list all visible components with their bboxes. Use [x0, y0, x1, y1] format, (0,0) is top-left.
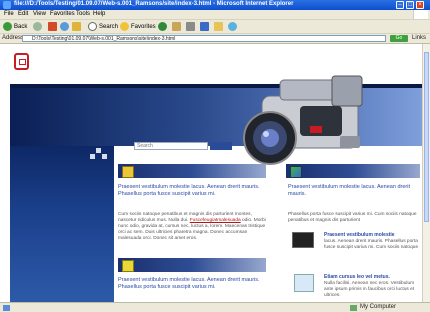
- site-search-input[interactable]: [134, 142, 208, 150]
- folder-button[interactable]: [214, 22, 225, 31]
- ie-icon: [3, 1, 11, 9]
- page-done-icon: [3, 305, 10, 311]
- home-button[interactable]: [72, 22, 83, 31]
- film-clapper-icon: [292, 232, 314, 248]
- back-arrow-icon: [3, 22, 12, 31]
- windows-logo: [413, 10, 428, 19]
- home-icon: [72, 22, 81, 31]
- edit-button[interactable]: [200, 22, 211, 31]
- minimize-button[interactable]: –: [396, 1, 404, 9]
- section-bar: [118, 164, 266, 178]
- title-bar: file:///D:/Tools/Testing/01.09.07/Web-s.…: [0, 0, 430, 10]
- menu-favorites[interactable]: Favorites: [50, 11, 75, 17]
- scrollbar-thumb[interactable]: [424, 52, 429, 222]
- menu-edit[interactable]: Edit: [18, 11, 28, 17]
- my-computer-icon: [350, 305, 357, 311]
- col1-lead-text: Praesent vestibulum molestie lacus. Aene…: [118, 184, 260, 197]
- security-zone-label: My Computer: [360, 304, 397, 310]
- col2-lead-text: Praesent vestibulum molestie lacus. Aene…: [288, 184, 410, 197]
- toolbar: Back Search Favorites: [0, 20, 430, 34]
- address-label: Address: [2, 35, 25, 41]
- video-camera-icon: [243, 75, 363, 165]
- status-bar: My Computer: [0, 302, 430, 312]
- cube-icon: [122, 166, 134, 178]
- menu-help[interactable]: Help: [93, 11, 105, 17]
- messenger-button[interactable]: [228, 22, 239, 31]
- refresh-button[interactable]: [60, 22, 71, 31]
- menu-view[interactable]: View: [33, 11, 46, 17]
- search-button[interactable]: Search: [88, 22, 118, 31]
- address-input[interactable]: D:\Tools\Testing\01.09.07\Web-s.001_Rams…: [22, 35, 386, 42]
- item2-title[interactable]: Etiam cursus leo vel metus.: [324, 274, 420, 280]
- section-bar: [118, 258, 266, 272]
- links-button[interactable]: Links: [412, 35, 426, 41]
- forward-arrow-icon: [33, 22, 42, 31]
- maximize-button[interactable]: □: [406, 1, 414, 9]
- star-icon: [120, 22, 129, 31]
- edit-icon: [200, 22, 209, 31]
- item1-title[interactable]: Praesent vestibulum molestie: [324, 232, 420, 238]
- cube-icon: [290, 166, 302, 178]
- back-button[interactable]: Back: [3, 22, 27, 31]
- search-label: Search: [99, 23, 119, 30]
- page-viewport: Praesent vestibulum molestie lacus. Aene…: [0, 44, 422, 302]
- go-button[interactable]: Go: [390, 35, 408, 42]
- stop-button[interactable]: [48, 22, 59, 31]
- section-bar: [286, 164, 420, 178]
- pixel-decoration: [96, 148, 101, 153]
- favorites-button[interactable]: Favorites: [120, 22, 156, 31]
- stop-icon: [48, 22, 57, 31]
- item1-body: lacus. Aenean drerit mauris. Phasellus p…: [324, 239, 419, 250]
- address-bar: Address D:\Tools\Testing\01.09.07\Web-s.…: [0, 34, 430, 44]
- close-button[interactable]: ×: [416, 1, 424, 9]
- cube-icon: [122, 260, 134, 272]
- favorites-label: Favorites: [131, 23, 156, 30]
- menu-tools[interactable]: Tools: [76, 11, 90, 17]
- mail-icon: [172, 22, 181, 31]
- col1-lead-text-2: Praesent vestibulum molestie lacus. Aene…: [118, 277, 260, 290]
- col2-body-text: Phasellus porta fusce suscipit varius mi…: [288, 212, 417, 223]
- site-search-button[interactable]: [210, 142, 232, 150]
- notepad-icon: [294, 274, 314, 292]
- sidebar-panel: [10, 146, 114, 302]
- messenger-icon: [228, 22, 237, 31]
- folder-icon: [214, 22, 223, 31]
- forward-button[interactable]: [33, 22, 44, 31]
- col1-body-link[interactable]: Fuscefeugiatmalesuada: [190, 218, 241, 223]
- refresh-icon: [60, 22, 69, 31]
- media-button[interactable]: [158, 22, 169, 31]
- vertical-scrollbar[interactable]: [422, 44, 430, 302]
- mail-button[interactable]: [172, 22, 183, 31]
- window-title: file:///D:/Tools/Testing/01.09.07/Web-s.…: [14, 1, 294, 7]
- printer-icon: [186, 22, 195, 31]
- media-icon: [158, 22, 167, 31]
- site-logo-icon[interactable]: [14, 53, 29, 70]
- item2-body: Nulla facilisi. Aenean nec eros. Vestibu…: [324, 281, 415, 298]
- col1-body-text: Cum sociis natoque penatibus et magnis d…: [118, 212, 270, 242]
- pixel-decoration: [102, 154, 107, 159]
- magnifier-icon: [88, 22, 97, 31]
- pixel-decoration: [90, 154, 95, 159]
- menu-bar: File Edit View Favorites Tools Help: [0, 10, 430, 20]
- print-button[interactable]: [186, 22, 197, 31]
- menu-file[interactable]: File: [4, 11, 14, 17]
- back-label: Back: [14, 23, 28, 30]
